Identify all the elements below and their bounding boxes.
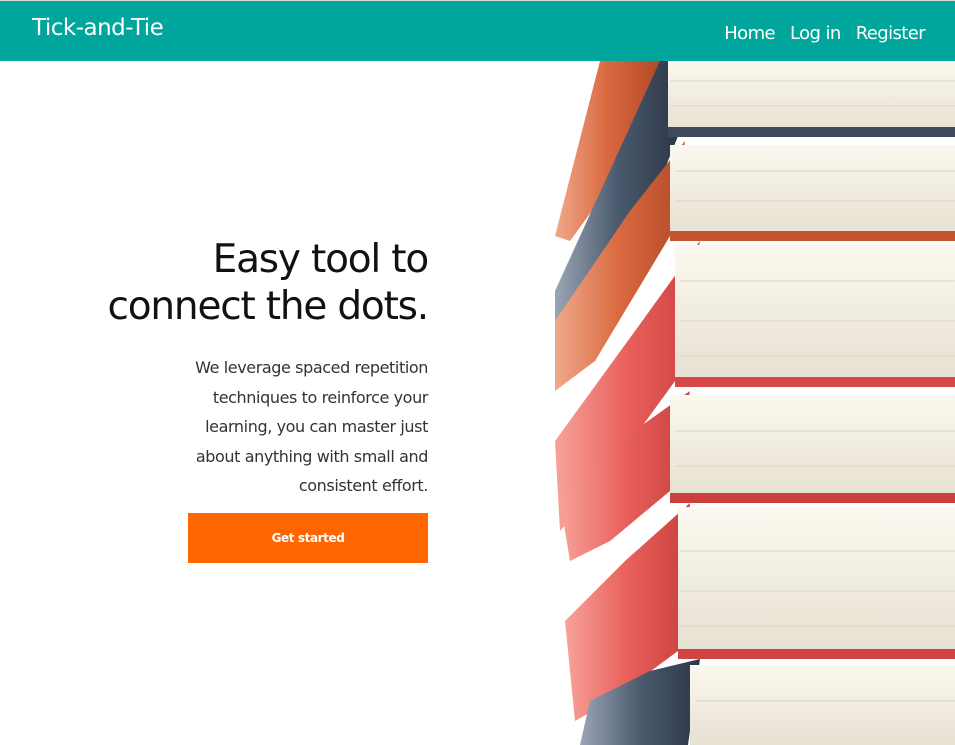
top-navbar: Tick-and-Tie Home Log in Register	[0, 0, 955, 61]
hero-headline: Easy tool to connect the dots.	[100, 236, 430, 330]
stack-of-books-image	[540, 61, 955, 745]
nav-login-link[interactable]: Log in	[790, 23, 841, 44]
brand-logo-text[interactable]: Tick-and-Tie	[32, 15, 164, 41]
nav-home-link[interactable]: Home	[724, 23, 775, 44]
hero-text-block: Easy tool to connect the dots. We levera…	[100, 236, 430, 501]
get-started-button[interactable]: Get started	[188, 513, 428, 563]
nav-links: Home Log in Register	[724, 23, 925, 44]
books-illustration	[555, 61, 955, 745]
hero-description: We leverage spaced repetition techniques…	[195, 358, 428, 495]
hero-headline-line1: Easy tool to	[212, 237, 430, 282]
hero-headline-line2: connect the dots.	[107, 284, 430, 329]
nav-register-link[interactable]: Register	[856, 23, 926, 44]
